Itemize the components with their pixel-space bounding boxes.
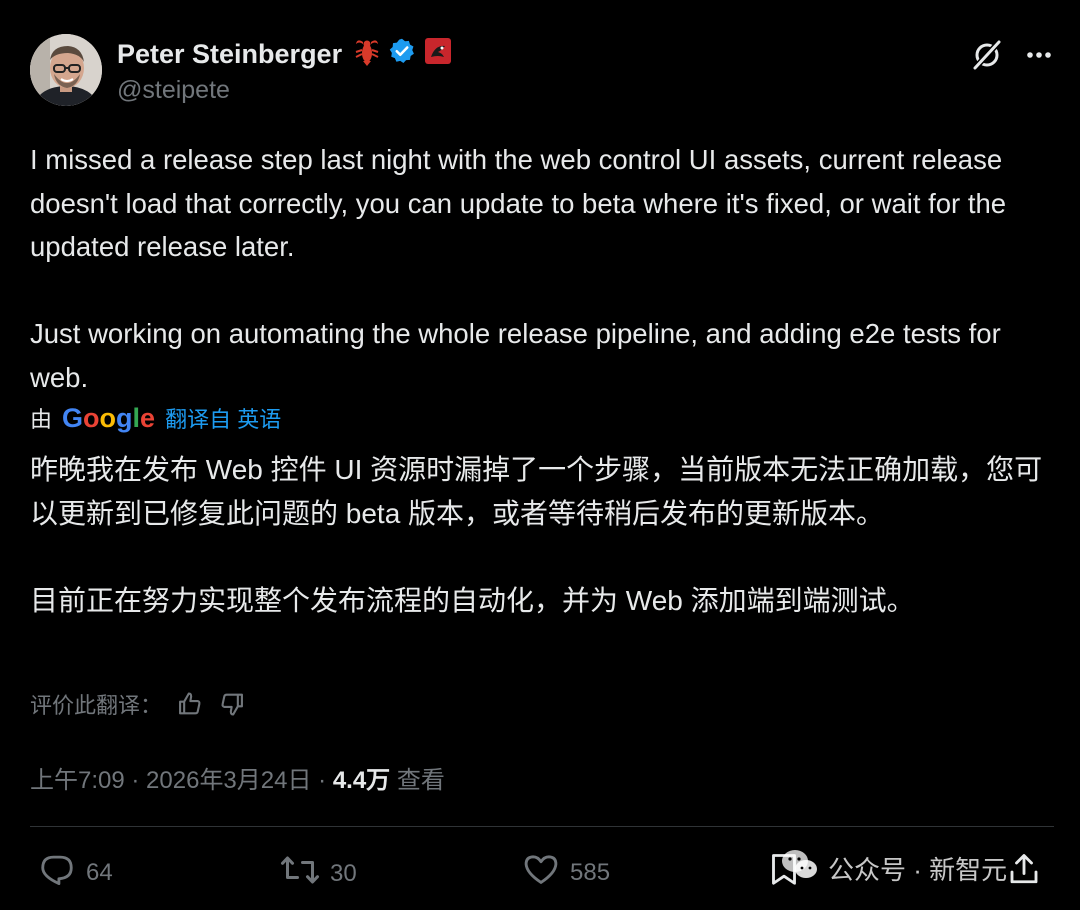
repost-button[interactable]: 30 bbox=[280, 850, 357, 897]
watermark: 公众号 · 新智元 bbox=[780, 848, 1007, 889]
watermark-text: 公众号 · 新智元 bbox=[828, 855, 1008, 885]
thumbs-down-icon[interactable] bbox=[218, 690, 246, 718]
reply-count: 64 bbox=[86, 858, 113, 886]
like-count: 585 bbox=[570, 858, 611, 886]
reply-icon bbox=[38, 850, 76, 895]
display-name-row[interactable]: Peter Steinberger bbox=[117, 36, 452, 73]
tweet-date[interactable]: 2026年3月24日 bbox=[146, 767, 311, 794]
like-button[interactable]: 585 bbox=[522, 850, 610, 895]
avatar[interactable] bbox=[30, 34, 102, 106]
meta-separator: · bbox=[311, 767, 333, 794]
grok-icon[interactable] bbox=[970, 38, 1004, 77]
translation-attribution: 由 Google 翻译自 英语 bbox=[30, 402, 281, 434]
translated-paragraph: 目前正在努力实现整个发布流程的自动化，并为 Web 添加端到端测试。 bbox=[30, 584, 915, 616]
translated-text: 昨晚我在发布 Web 控件 UI 资源时漏掉了一个步骤，当前版本无法正确加载，您… bbox=[30, 448, 1045, 622]
view-count[interactable]: 4.4万 bbox=[333, 767, 390, 794]
share-icon bbox=[1006, 850, 1042, 895]
tweet-paragraph: I missed a release step last night with … bbox=[30, 144, 1007, 262]
tweet-meta: 上午7:09 · 2026年3月24日 · 4.4万 查看 bbox=[30, 760, 445, 795]
translation-prefix: 由 bbox=[30, 407, 53, 432]
share-button[interactable] bbox=[1006, 850, 1042, 895]
thumbs-up-icon[interactable] bbox=[176, 690, 204, 718]
tweet-text: I missed a release step last night with … bbox=[30, 138, 1050, 399]
tweet-paragraph: Just working on automating the whole rel… bbox=[30, 318, 1001, 393]
translated-paragraph: 昨晚我在发布 Web 控件 UI 资源时漏掉了一个步骤，当前版本无法正确加载，您… bbox=[30, 454, 1043, 529]
meta-separator: · bbox=[124, 767, 147, 794]
lobster-emoji-icon bbox=[354, 36, 380, 73]
repost-icon bbox=[280, 850, 320, 897]
tweet-time[interactable]: 上午7:09 bbox=[30, 767, 125, 794]
wechat-logo-icon bbox=[780, 848, 820, 889]
rate-translation-label: 评价此翻译： bbox=[30, 693, 163, 718]
google-logo: Google bbox=[62, 402, 156, 433]
reply-button[interactable]: 64 bbox=[38, 850, 113, 895]
rate-translation-row: 评价此翻译： bbox=[30, 688, 246, 720]
avatar-image bbox=[30, 34, 102, 106]
author-name[interactable]: Peter Steinberger bbox=[117, 39, 342, 70]
header-actions bbox=[970, 38, 1054, 77]
repost-count: 30 bbox=[330, 859, 357, 887]
divider bbox=[30, 826, 1054, 827]
more-icon[interactable] bbox=[1024, 40, 1054, 75]
views-label: 查看 bbox=[396, 767, 445, 794]
author-handle[interactable]: @steipete bbox=[117, 76, 230, 105]
verified-badge-icon[interactable] bbox=[388, 37, 416, 72]
like-icon bbox=[522, 850, 560, 895]
translated-from-link[interactable]: 翻译自 英语 bbox=[165, 402, 281, 434]
affiliate-badge-icon[interactable] bbox=[424, 37, 452, 72]
